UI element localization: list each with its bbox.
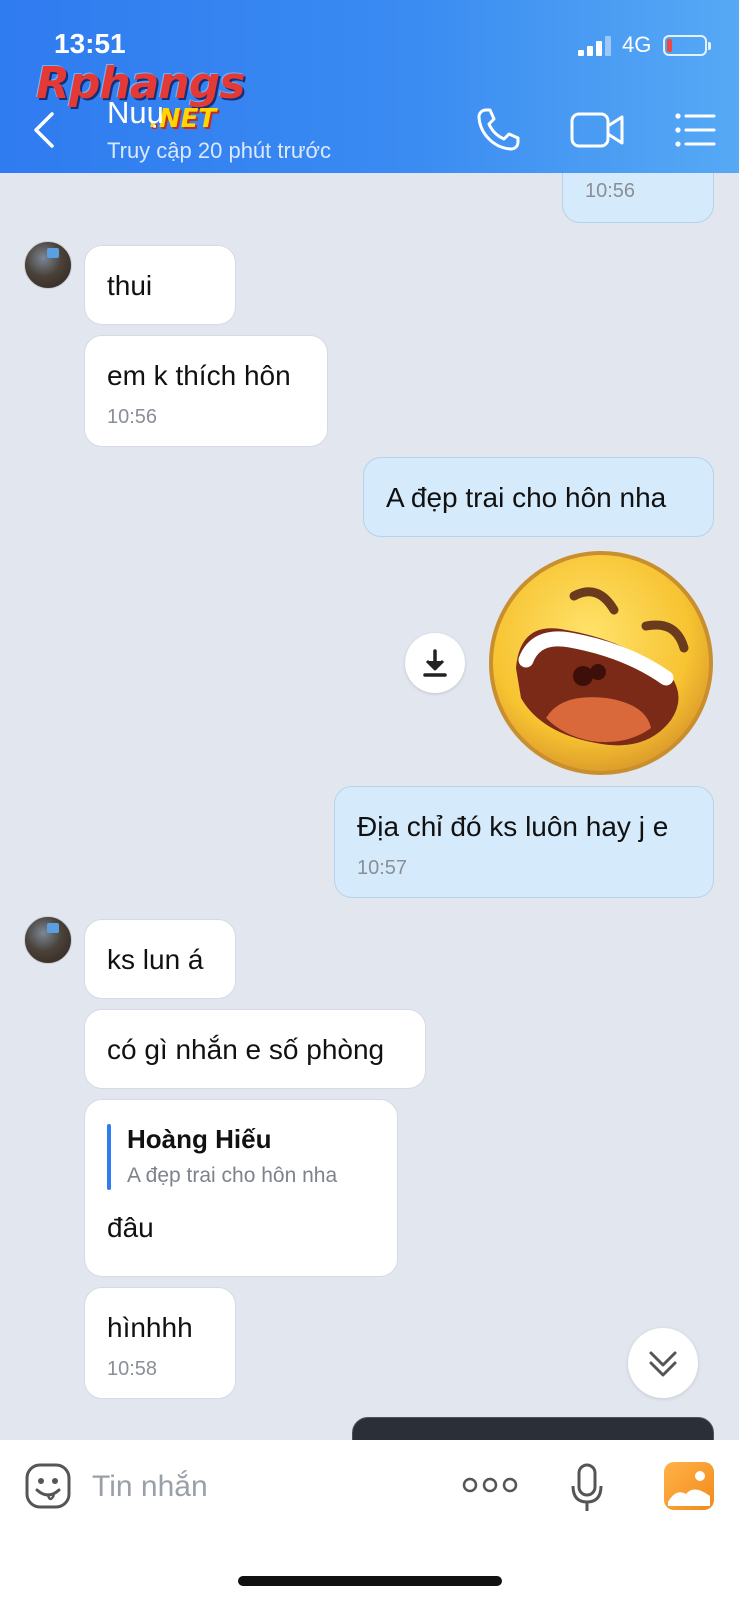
voice-message-button[interactable] (570, 1462, 604, 1514)
message-time: 10:58 (107, 1358, 158, 1380)
quoted-text: A đẹp trai cho hôn nha (127, 1164, 338, 1187)
image-message-preview[interactable] (352, 1417, 714, 1440)
gallery-button[interactable] (664, 1462, 714, 1510)
home-indicator (238, 1576, 502, 1586)
laughing-face-icon[interactable] (486, 548, 716, 778)
message-input[interactable] (92, 1464, 432, 1510)
contact-name[interactable]: Nuụ (107, 95, 164, 131)
signal-icon (578, 36, 612, 56)
microphone-icon (571, 1463, 603, 1511)
message-list[interactable]: 10:56 thui em k thích hôn 10:56 A đẹp tr… (0, 173, 739, 1440)
message-text: Địa chỉ đó ks luôn hay j e (357, 811, 669, 842)
video-camera-icon (570, 112, 624, 148)
message-bubble-outgoing[interactable]: 10:56 (562, 173, 714, 223)
video-call-button[interactable] (568, 104, 624, 156)
message-bubble-reply[interactable]: Hoàng Hiếu A đẹp trai cho hôn nha đâu (84, 1099, 398, 1277)
emoji-button[interactable] (24, 1462, 72, 1510)
avatar[interactable] (24, 241, 72, 289)
scroll-to-bottom-button[interactable] (628, 1328, 698, 1398)
message-time: 10:56 (585, 180, 636, 202)
status-time: 13:51 (54, 28, 126, 59)
message-time: 10:56 (107, 406, 158, 428)
back-button[interactable] (28, 108, 68, 152)
message-text: đâu (107, 1212, 154, 1243)
menu-list-icon (675, 113, 716, 147)
phone-icon (477, 108, 520, 151)
message-bubble-incoming[interactable]: thui (84, 245, 236, 325)
message-bubble-outgoing[interactable]: A đẹp trai cho hôn nha (363, 457, 714, 537)
double-chevron-down-icon (649, 1351, 677, 1377)
message-text: A đẹp trai cho hôn nha (386, 482, 667, 513)
chat-options-button[interactable] (672, 104, 724, 156)
more-icon (462, 1477, 518, 1493)
quote-bar (107, 1124, 111, 1190)
message-bubble-incoming[interactable]: ks lun á (84, 919, 236, 999)
chat-header: 13:51 4G Rphangs .NET Nuụ Truy cập 20 ph… (0, 0, 739, 173)
message-bubble-incoming[interactable]: hìnhhh 10:58 (84, 1287, 236, 1399)
download-sticker-button[interactable] (405, 633, 465, 693)
quoted-sender: Hoàng Hiếu (127, 1124, 272, 1154)
back-icon (34, 112, 54, 148)
voice-call-button[interactable] (472, 104, 524, 156)
message-text: có gì nhắn e số phòng (107, 1034, 385, 1065)
message-input-bar (0, 1440, 739, 1600)
message-bubble-incoming[interactable]: em k thích hôn 10:56 (84, 335, 328, 447)
message-text: thui (107, 270, 153, 301)
message-text: em k thích hôn (107, 360, 291, 391)
message-text: ks lun á (107, 944, 204, 975)
more-options-button[interactable] (462, 1472, 518, 1498)
emoji-icon (25, 1463, 71, 1509)
message-time: 10:57 (357, 857, 408, 879)
network-type: 4G (622, 32, 652, 57)
battery-icon (663, 35, 711, 56)
message-bubble-outgoing[interactable]: Địa chỉ đó ks luôn hay j e 10:57 (334, 786, 714, 898)
avatar[interactable] (24, 916, 72, 964)
gallery-icon (668, 1471, 710, 1506)
message-bubble-incoming[interactable]: có gì nhắn e số phòng (84, 1009, 426, 1089)
download-icon (423, 649, 447, 677)
last-seen-status: Truy cập 20 phút trước (107, 138, 331, 163)
message-text: hìnhhh (107, 1312, 193, 1343)
